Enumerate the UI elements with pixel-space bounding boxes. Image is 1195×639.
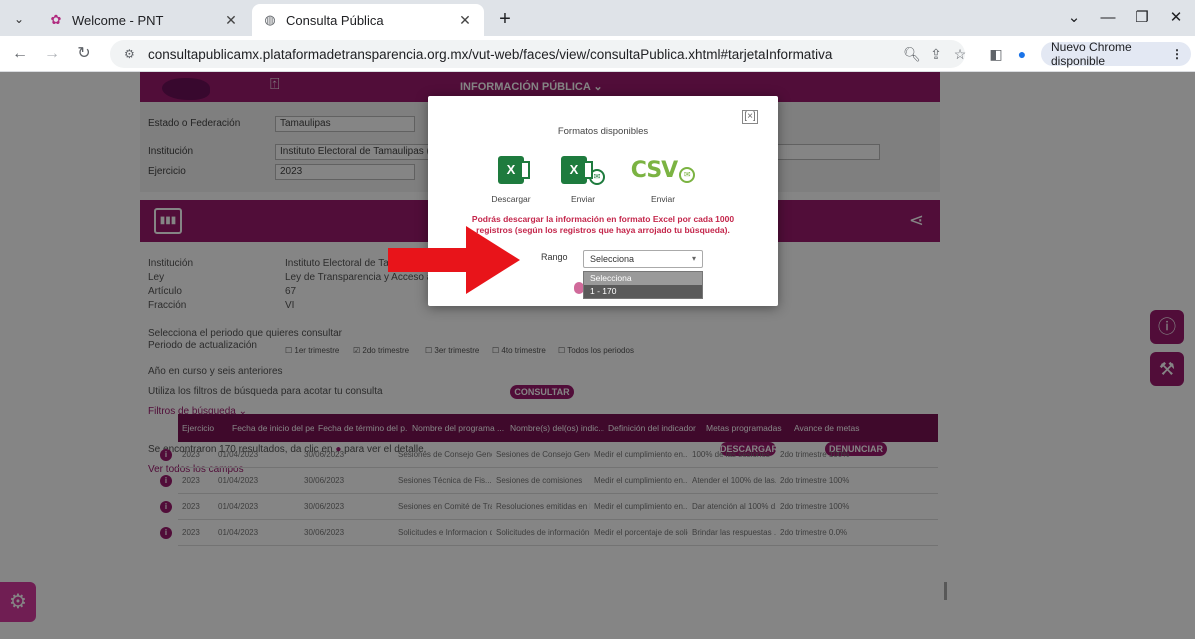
update-label: Nuevo Chrome disponible bbox=[1051, 40, 1132, 68]
kebab-menu-icon[interactable]: ⋮ bbox=[1171, 47, 1183, 61]
red-arrow-annotation bbox=[388, 226, 520, 294]
new-tab-plus-icon[interactable]: + bbox=[492, 6, 518, 32]
tab-close-icon[interactable]: ✕ bbox=[222, 12, 240, 29]
excel-send-icon: X ✉ bbox=[548, 152, 618, 188]
format-excel-send[interactable]: X ✉ Enviar bbox=[548, 152, 618, 204]
browser-tab-strip: ⌄ ✿ Welcome - PNT ✕ ◍ Consulta Pública ✕… bbox=[0, 0, 1195, 36]
profile-avatar-icon[interactable]: ● bbox=[1010, 42, 1034, 66]
rango-select[interactable]: Selecciona ▾ bbox=[583, 250, 703, 268]
format-label: Enviar bbox=[650, 194, 676, 204]
modal-title: Formatos disponibles bbox=[557, 126, 649, 137]
chevron-down-icon: ▾ bbox=[691, 254, 696, 263]
side-panel-icon[interactable]: ◧ bbox=[984, 42, 1008, 66]
excel-icon: X bbox=[476, 152, 546, 188]
tab-welcome-pnt[interactable]: ✿ Welcome - PNT ✕ bbox=[38, 4, 250, 36]
tab-consulta-publica[interactable]: ◍ Consulta Pública ✕ bbox=[252, 4, 484, 36]
format-label: Descargar bbox=[491, 194, 531, 204]
bookmark-star-icon[interactable]: ☆ bbox=[948, 42, 972, 66]
forward-arrow-icon[interactable]: → bbox=[40, 42, 64, 66]
tab-search-chevron-icon[interactable]: ⌄ bbox=[8, 8, 30, 30]
rango-selected-value: Selecciona bbox=[590, 254, 635, 264]
pnt-favicon-icon: ✿ bbox=[50, 12, 62, 27]
minimize-icon[interactable]: — bbox=[1090, 6, 1126, 30]
rango-label: Rango bbox=[541, 252, 568, 262]
browser-toolbar: ← → ↻ ⚙ consultapublicamx.plataformadetr… bbox=[0, 36, 1195, 72]
modal-close-button[interactable]: [×] bbox=[742, 110, 758, 124]
tab-title: Welcome - PNT bbox=[72, 12, 164, 28]
address-url: consultapublicamx.plataformadetransparen… bbox=[148, 46, 833, 62]
format-excel-download[interactable]: X Descargar bbox=[476, 152, 546, 204]
back-arrow-icon[interactable]: ← bbox=[8, 42, 32, 66]
format-label: Enviar bbox=[570, 194, 596, 204]
csv-text: CSV bbox=[630, 157, 678, 183]
chrome-update-button[interactable]: Nuevo Chrome disponible ⋮ bbox=[1041, 40, 1191, 68]
tab-list-chevron-icon[interactable]: ⌄ bbox=[1056, 6, 1092, 30]
address-bar[interactable]: ⚙ consultapublicamx.plataformadetranspar… bbox=[110, 40, 965, 68]
tab-close-icon[interactable]: ✕ bbox=[456, 12, 474, 29]
site-info-icon[interactable]: ⚙ bbox=[124, 47, 142, 61]
globe-favicon-icon: ◍ bbox=[264, 12, 276, 27]
csv-send-icon: CSV ✉ bbox=[628, 152, 698, 188]
window-close-icon[interactable]: ✕ bbox=[1158, 6, 1194, 30]
reload-icon[interactable]: ↻ bbox=[72, 42, 96, 66]
rango-option-placeholder[interactable]: Selecciona bbox=[584, 272, 702, 285]
format-csv-send[interactable]: CSV ✉ Enviar bbox=[628, 152, 698, 204]
rango-option-1-170[interactable]: 1 - 170 bbox=[584, 285, 702, 298]
tab-title: Consulta Pública bbox=[286, 12, 384, 28]
restore-icon[interactable]: ❐ bbox=[1124, 6, 1160, 30]
share-page-icon[interactable]: ⇪ bbox=[924, 42, 948, 66]
zoom-icon[interactable]: 🔍︎ bbox=[900, 42, 924, 66]
rango-dropdown: Selecciona 1 - 170 bbox=[583, 271, 703, 299]
